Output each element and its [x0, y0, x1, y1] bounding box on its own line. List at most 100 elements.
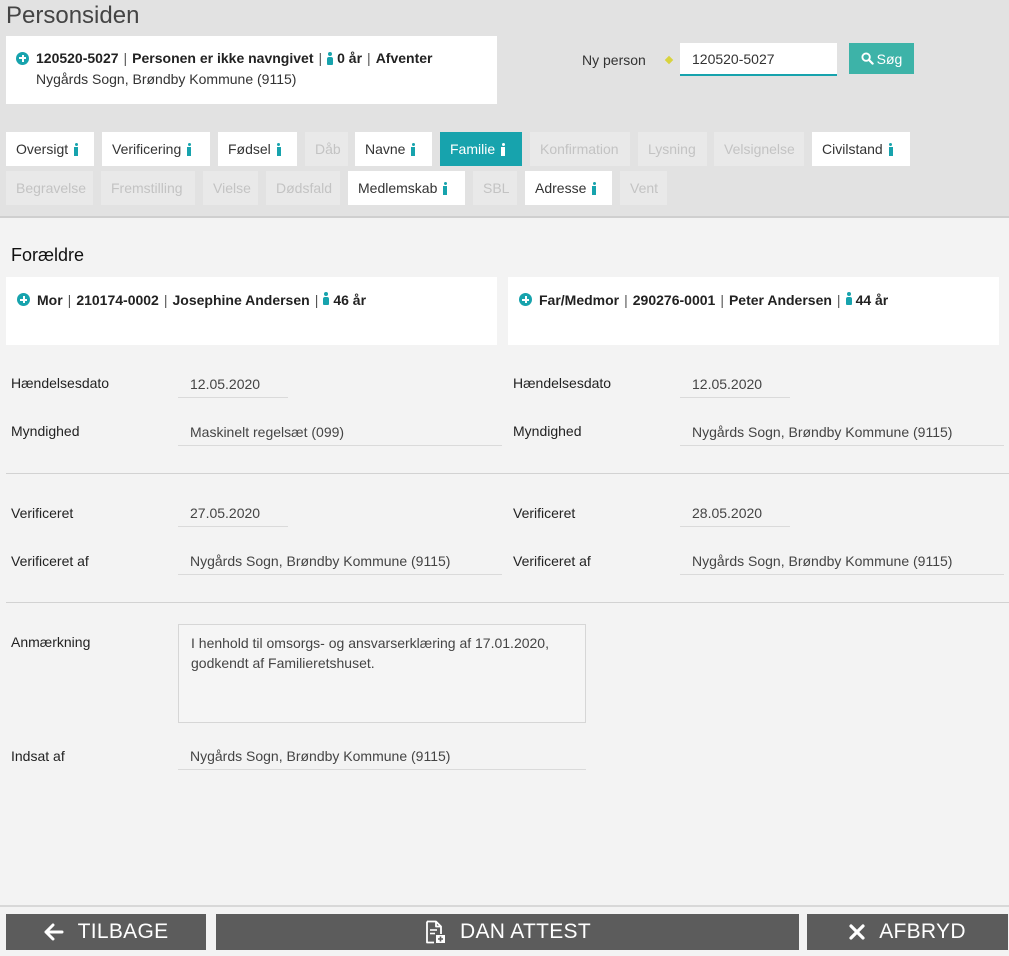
father-verified-value: 28.05.2020 — [680, 497, 790, 527]
mother-authority-value: Maskinelt regelsæt (099) — [178, 416, 502, 446]
search-input[interactable] — [680, 43, 837, 76]
cancel-button[interactable]: AFBRYD — [807, 914, 1008, 950]
expand-plus-icon[interactable] — [16, 51, 29, 65]
info-icon[interactable] — [888, 142, 894, 156]
info-icon[interactable] — [591, 181, 597, 195]
info-icon[interactable] — [186, 142, 192, 156]
tab-konfirmation: Konfirmation — [530, 132, 630, 166]
person-cpr: 120520-5027 — [36, 50, 119, 66]
info-icon[interactable] — [442, 181, 448, 195]
person-icon — [323, 292, 330, 305]
mother-role: Mor — [37, 292, 63, 308]
person-name: Personen er ikke navngivet — [132, 50, 314, 66]
tab-civilstand[interactable]: Civilstand — [812, 132, 910, 166]
separator: | — [314, 292, 319, 308]
tab-label: Dødsfald — [276, 180, 333, 196]
separator: | — [67, 292, 72, 308]
tab-navne[interactable]: Navne — [355, 132, 432, 166]
tab-label: Fremstilling — [111, 180, 183, 196]
mother-verified-by-value: Nygårds Sogn, Brøndby Kommune (9115) — [178, 545, 502, 575]
person-icon — [845, 292, 852, 305]
document-add-icon — [426, 920, 446, 944]
tab-medlemskab[interactable]: Medlemskab — [348, 171, 465, 205]
father-event-date-value: 12.05.2020 — [680, 368, 790, 398]
remark-textarea[interactable]: I henhold til omsorgs- og ansvarserklæri… — [178, 624, 586, 723]
separator: | — [624, 292, 628, 308]
tab-label: SBL — [483, 180, 510, 196]
tab-doedsfald: Dødsfald — [266, 171, 340, 205]
tab-lysning: Lysning — [638, 132, 707, 166]
tab-sbl: SBL — [473, 171, 517, 205]
father-verified-label: Verificeret — [513, 505, 576, 521]
father-cpr-suffix: 0001 — [684, 292, 716, 308]
tab-oversigt[interactable]: Oversigt — [6, 132, 94, 166]
father-cpr-prefix: 290276- — [632, 292, 685, 308]
info-icon[interactable] — [73, 142, 79, 156]
tab-label: Civilstand — [822, 141, 883, 157]
tab-daab: Dåb — [305, 132, 348, 166]
search-button-label: Søg — [876, 50, 903, 67]
tab-label: Navne — [365, 141, 406, 157]
expand-plus-icon[interactable] — [519, 293, 532, 306]
close-icon — [849, 924, 865, 940]
search-button[interactable]: Søg — [849, 43, 914, 74]
separator: | — [720, 292, 724, 308]
tab-label: Adresse — [535, 180, 587, 196]
mother-cpr-prefix: 210174- — [76, 292, 128, 308]
father-card: Far/Medmor | 290276- 0001 | Peter Anderse… — [508, 277, 999, 345]
mother-age: 46 år — [333, 292, 367, 308]
required-diamond-icon — [664, 55, 674, 65]
tab-velsignelse: Velsignelse — [714, 132, 804, 166]
mother-verified-by-label: Verificeret af — [11, 553, 89, 569]
remark-label: Anmærkning — [11, 634, 91, 650]
tab-label: Konfirmation — [540, 141, 619, 157]
person-status: Afventer — [375, 50, 433, 66]
tab-familie[interactable]: Familie — [440, 132, 522, 166]
page-title: Personsiden — [6, 2, 140, 29]
mother-authority-label: Myndighed — [11, 423, 80, 439]
tab-label: Oversigt — [16, 141, 69, 157]
tab-label: Verificering — [112, 141, 182, 157]
separator: | — [318, 50, 323, 66]
tab-label: Fødsel — [228, 141, 271, 157]
separator: | — [836, 292, 841, 308]
info-icon[interactable] — [276, 142, 282, 156]
separator: | — [367, 50, 371, 66]
cancel-button-label: AFBRYD — [879, 920, 966, 943]
tab-vielse: Vielse — [203, 171, 258, 205]
create-certificate-button[interactable]: DAN ATTEST — [216, 914, 799, 950]
tab-adresse[interactable]: Adresse — [525, 171, 612, 205]
mother-verified-value: 27.05.2020 — [178, 497, 288, 527]
remark-text-line: godkendt af Familieretshuset. — [191, 655, 375, 671]
info-icon[interactable] — [500, 142, 506, 156]
father-authority-label: Myndighed — [513, 423, 582, 439]
submitted-by-value: Nygårds Sogn, Brøndby Kommune (9115) — [178, 740, 586, 770]
person-icon — [327, 51, 334, 65]
expand-plus-icon[interactable] — [17, 293, 30, 306]
footer-divider — [0, 905, 1009, 907]
remark-text-line: I henhold til omsorgs- og ansvarserklæri… — [191, 635, 549, 651]
father-authority-value: Nygårds Sogn, Brøndby Kommune (9115) — [680, 416, 1004, 446]
tab-vent: Vent — [620, 171, 667, 205]
info-icon[interactable] — [410, 142, 416, 156]
submitted-by-label: Indsat af — [11, 748, 65, 764]
tab-label: Dåb — [315, 141, 341, 157]
back-button-label: TILBAGE — [77, 920, 169, 943]
mother-card: Mor | 210174- 0002 | Josephine Andersen |… — [6, 277, 497, 345]
header: Personsiden 120520-5027 | Personen er ik… — [0, 0, 1009, 218]
tab-label: Velsignelse — [724, 141, 795, 157]
tab-verificering[interactable]: Verificering — [102, 132, 210, 166]
mother-name: Josephine Andersen — [172, 292, 310, 308]
father-name: Peter Andersen — [728, 292, 832, 308]
father-verified-by-label: Verificeret af — [513, 553, 591, 569]
arrow-left-icon — [44, 923, 64, 941]
mother-cpr-suffix: 0002 — [127, 292, 159, 308]
back-button[interactable]: TILBAGE — [6, 914, 206, 950]
tab-foedsel[interactable]: Fødsel — [218, 132, 297, 166]
mother-verified-label: Verificeret — [11, 505, 74, 521]
person-summary: 120520-5027 | Personen er ikke navngivet… — [16, 50, 487, 66]
tab-label: Familie — [450, 141, 496, 157]
mother-event-date-value: 12.05.2020 — [178, 368, 288, 398]
mother-event-date-label: Hændelsesdato — [11, 375, 110, 391]
tab-fremstilling: Fremstilling — [101, 171, 195, 205]
